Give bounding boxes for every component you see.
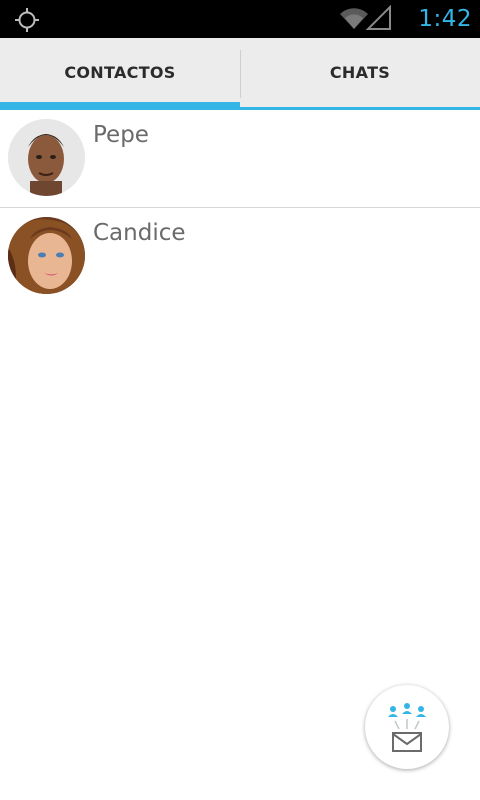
avatar [8,217,85,294]
gps-icon [15,8,39,32]
contact-list: Pepe Candice [0,110,480,305]
contact-name: Candice [93,220,186,246]
tab-divider [240,50,241,98]
group-message-button[interactable] [365,685,449,769]
avatar-photo-female [8,217,85,294]
tab-contactos[interactable]: CONTACTOS [0,38,240,110]
contact-item-candice[interactable]: Candice [0,208,480,305]
contact-name: Pepe [93,122,149,148]
avatar [8,119,85,196]
status-bar: 1:42 [0,0,480,38]
signal-icon [366,5,391,30]
status-clock: 1:42 [418,6,472,32]
contact-item-pepe[interactable]: Pepe [0,110,480,208]
tab-bar: CONTACTOS CHATS [0,38,480,110]
tab-chats[interactable]: CHATS [240,38,480,107]
avatar-photo-male [8,119,85,196]
group-message-icon [388,703,426,752]
